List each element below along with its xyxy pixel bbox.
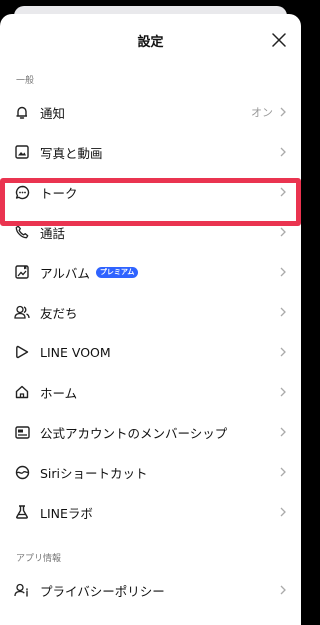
friends-icon (14, 304, 30, 320)
chevron-right-icon (279, 466, 287, 478)
flask-icon (14, 504, 30, 520)
chevron-right-icon (279, 226, 287, 238)
settings-item-official-membership[interactable]: 公式アカウントのメンバーシップ (0, 412, 301, 452)
photo-icon (14, 144, 30, 160)
chevron-right-icon (279, 506, 287, 518)
siri-shortcut-icon (14, 464, 30, 480)
chevron-right-icon (279, 146, 287, 158)
section-label-app-info: アプリ情報 (16, 554, 62, 564)
settings-item-home[interactable]: ホーム (0, 372, 301, 412)
settings-item-label: ホーム (40, 385, 78, 401)
settings-item-siri-shortcuts[interactable]: Siriショートカット (0, 452, 301, 492)
chevron-right-icon (279, 106, 287, 118)
settings-item-privacy-policy[interactable]: プライバシーポリシー (0, 570, 301, 610)
home-icon (14, 384, 30, 400)
close-icon (272, 33, 286, 47)
privacy-user-icon (14, 582, 30, 598)
settings-item-label: アルバム (40, 265, 90, 281)
settings-item-label: プライバシーポリシー (40, 583, 165, 599)
close-button[interactable] (269, 30, 289, 50)
settings-item-label: 通話 (40, 225, 66, 241)
settings-item-friends[interactable]: 友だち (0, 292, 301, 332)
section-label-general: 一般 (16, 76, 35, 86)
chevron-right-icon (279, 386, 287, 398)
settings-item-label: 通知 (40, 105, 66, 121)
settings-sheet: 設定 一般 通知 オン 写真と動画 トーク 通話 アルバム プレミアム 友だち … (0, 14, 301, 625)
settings-item-notifications[interactable]: 通知 オン (0, 92, 301, 132)
chevron-right-icon (279, 346, 287, 358)
bell-icon (14, 104, 30, 120)
page-title: 設定 (137, 34, 164, 50)
chevron-right-icon (279, 266, 287, 278)
settings-item-label: LINE VOOM (40, 344, 111, 360)
chevron-right-icon (279, 306, 287, 318)
chevron-right-icon (279, 426, 287, 438)
album-icon (14, 264, 30, 280)
membership-card-icon (14, 424, 30, 440)
settings-item-label: 公式アカウントのメンバーシップ (40, 425, 228, 441)
chat-bubble-icon (14, 184, 30, 200)
notifications-status: オン (251, 106, 273, 119)
settings-item-label: 写真と動画 (40, 145, 103, 161)
header: 設定 (0, 14, 301, 66)
settings-item-chats[interactable]: トーク (0, 172, 301, 212)
chevron-right-icon (279, 186, 287, 198)
settings-item-line-voom[interactable]: LINE VOOM (0, 332, 301, 372)
settings-item-line-labs[interactable]: LINEラボ (0, 492, 301, 532)
settings-item-label: トーク (40, 185, 78, 201)
premium-badge: プレミアム (95, 266, 139, 278)
settings-item-label: LINEラボ (40, 505, 93, 521)
phone-icon (14, 224, 30, 240)
settings-item-label: Siriショートカット (40, 465, 148, 481)
voom-play-icon (14, 344, 30, 360)
settings-item-calls[interactable]: 通話 (0, 212, 301, 252)
chevron-right-icon (279, 584, 287, 596)
settings-item-label: 友だち (40, 305, 78, 321)
settings-item-album[interactable]: アルバム プレミアム (0, 252, 301, 292)
settings-item-photos-videos[interactable]: 写真と動画 (0, 132, 301, 172)
